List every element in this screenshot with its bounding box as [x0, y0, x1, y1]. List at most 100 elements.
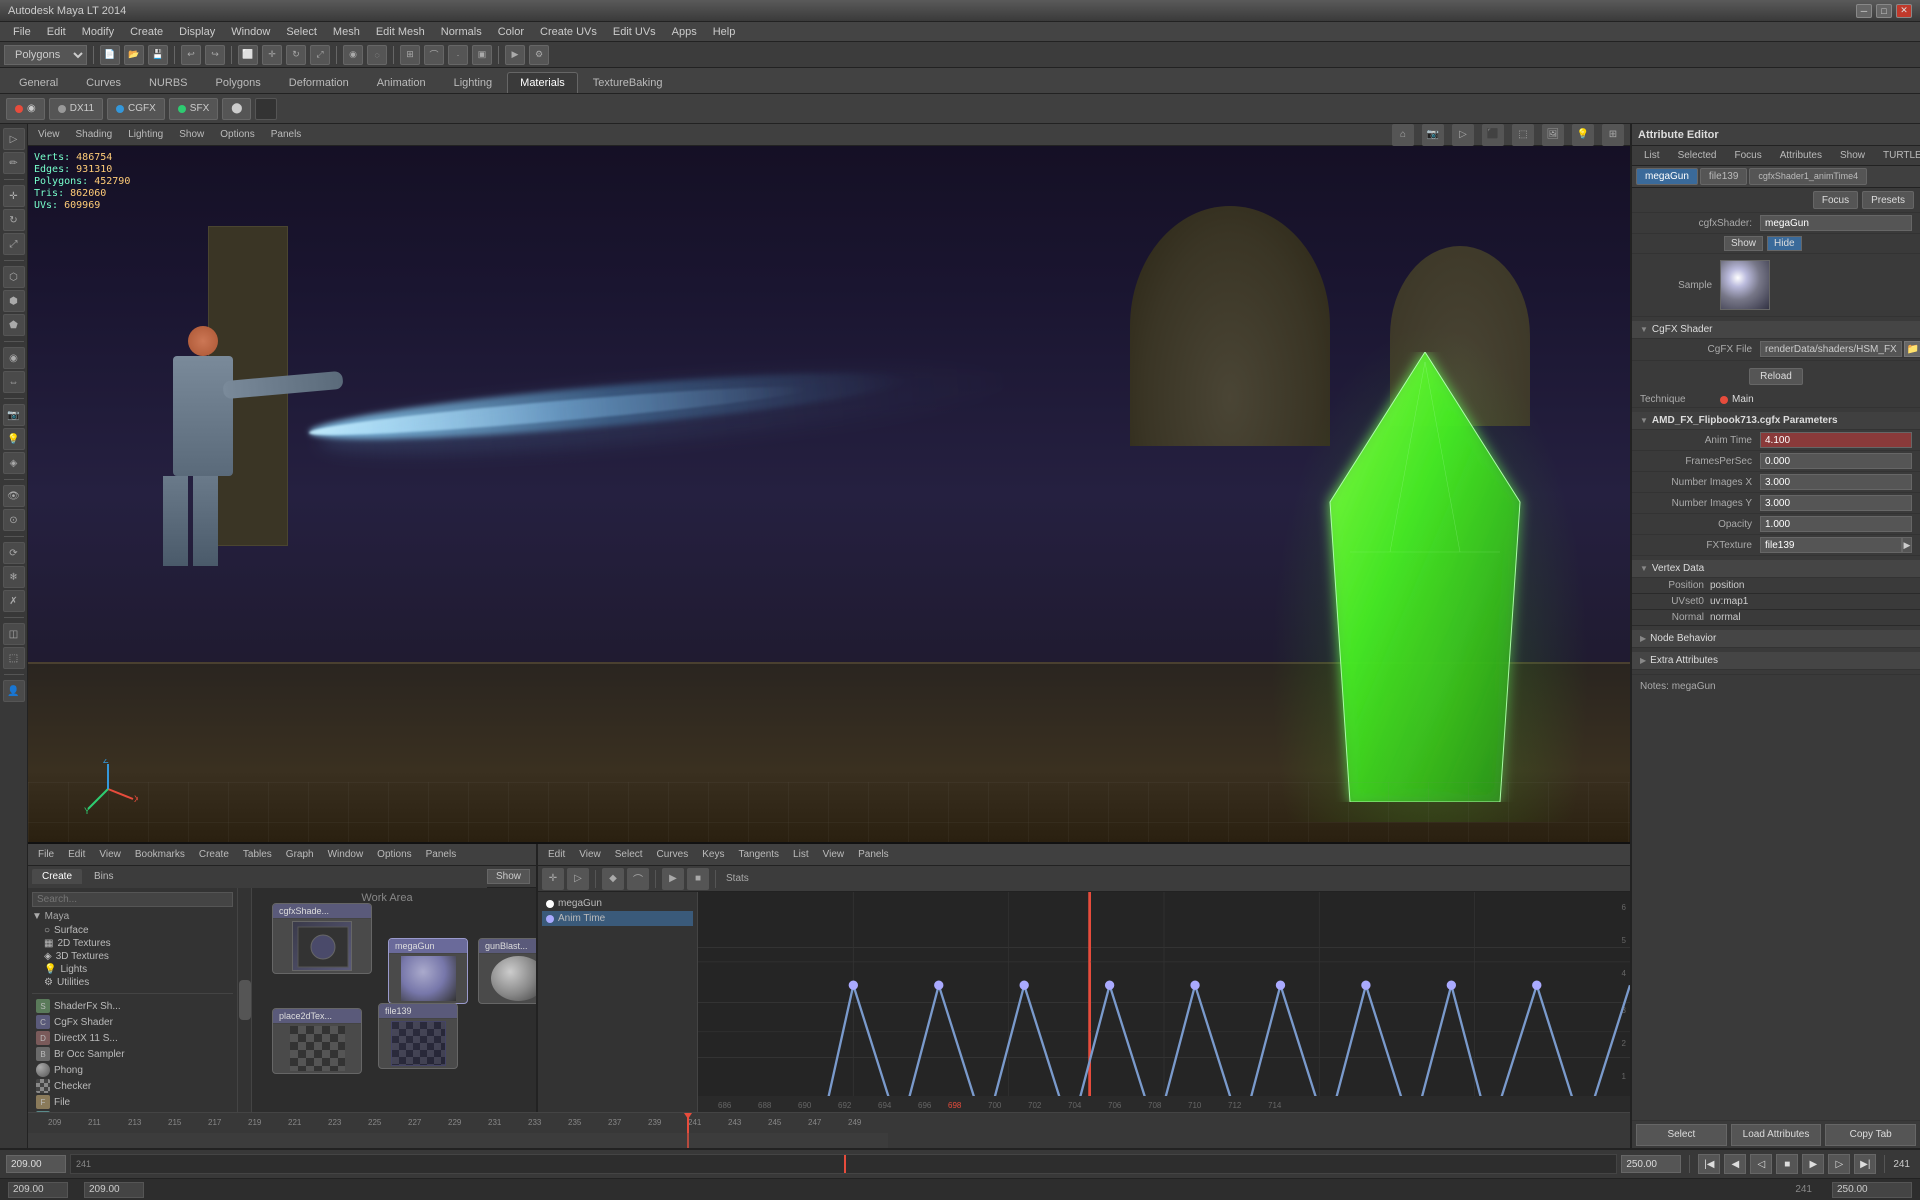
wireframe-btn[interactable]: ⬚: [3, 647, 25, 669]
menu-create-uvs[interactable]: Create UVs: [533, 24, 604, 40]
folder-browse-btn[interactable]: 📁: [1904, 341, 1920, 357]
show-button[interactable]: Show: [1724, 236, 1763, 251]
vp-icon-texture[interactable]: 🖼: [1542, 124, 1564, 146]
menu-create[interactable]: Create: [123, 24, 170, 40]
vp-icon-shading[interactable]: ⬛: [1482, 124, 1504, 146]
param-imy-input[interactable]: [1760, 495, 1912, 511]
vp-icon-wireframe[interactable]: ⬚: [1512, 124, 1534, 146]
minimize-button[interactable]: ─: [1856, 4, 1872, 18]
shader-btn[interactable]: ◈: [3, 452, 25, 474]
ae-tab-selected[interactable]: Selected: [1670, 148, 1725, 163]
camera-btn[interactable]: 📷: [3, 404, 25, 426]
rotate-tool-icon[interactable]: ↻: [286, 45, 306, 65]
menu-window[interactable]: Window: [224, 24, 277, 40]
vp-menu-lighting[interactable]: Lighting: [124, 128, 167, 141]
menu-modify[interactable]: Modify: [75, 24, 121, 40]
curve-item-animtime[interactable]: Anim Time: [542, 911, 693, 926]
vp-menu-show[interactable]: Show: [175, 128, 208, 141]
tab-animation[interactable]: Animation: [364, 72, 439, 93]
freeze-btn[interactable]: ❄: [3, 566, 25, 588]
timeline-slider-area[interactable]: 241: [70, 1154, 1617, 1174]
node-place2d[interactable]: place2dTex...: [272, 1008, 362, 1074]
play-back-btn[interactable]: ◁: [1750, 1154, 1772, 1174]
param-imx-input[interactable]: [1760, 474, 1912, 490]
ce-menu-view2[interactable]: View: [819, 848, 849, 861]
mat-cgfx[interactable]: C CgFx Shader: [32, 1014, 233, 1030]
vp-icon-camera[interactable]: 📷: [1422, 124, 1444, 146]
xray-btn[interactable]: ◫: [3, 623, 25, 645]
snap-point-icon[interactable]: ·: [448, 45, 468, 65]
ne-menu-tables[interactable]: Tables: [239, 848, 276, 861]
ne-menu-window[interactable]: Window: [324, 848, 368, 861]
symmetry-btn[interactable]: ⇔: [3, 371, 25, 393]
menu-apps[interactable]: Apps: [665, 24, 704, 40]
node-graph[interactable]: Work Area: [238, 888, 536, 1112]
menu-edit[interactable]: Edit: [40, 24, 73, 40]
move-tool-icon[interactable]: ✛: [262, 45, 282, 65]
params-section-header[interactable]: ▼ AMD_FX_Flipbook713.cgfx Parameters: [1632, 412, 1920, 430]
status-input-mid[interactable]: [84, 1182, 144, 1198]
render-icon[interactable]: ▶: [505, 45, 525, 65]
mat-item-3d[interactable]: ◈ 3D Textures: [32, 950, 233, 963]
shader-tab-animtime[interactable]: cgfxShader1_animTime4: [1749, 168, 1867, 185]
vp-icon-select[interactable]: ▷: [1452, 124, 1474, 146]
move-btn[interactable]: ✛: [3, 185, 25, 207]
menu-edit-uvs[interactable]: Edit UVs: [606, 24, 663, 40]
timeline-start-input[interactable]: [6, 1155, 66, 1173]
ne-menu-graph[interactable]: Graph: [282, 848, 318, 861]
menu-select[interactable]: Select: [279, 24, 324, 40]
play-fwd-btn[interactable]: ▶: [1802, 1154, 1824, 1174]
tab-texturebaking[interactable]: TextureBaking: [580, 72, 676, 93]
new-scene-icon[interactable]: 📄: [100, 45, 120, 65]
ne-menu-view[interactable]: View: [95, 848, 125, 861]
close-button[interactable]: ✕: [1896, 4, 1912, 18]
node-tab-create[interactable]: Create: [32, 869, 82, 884]
ce-menu-curves[interactable]: Curves: [653, 848, 693, 861]
paint-tool-btn[interactable]: ✏: [3, 152, 25, 174]
stop-btn[interactable]: ■: [1776, 1154, 1798, 1174]
mat-checker[interactable]: Checker: [32, 1078, 233, 1094]
curve-item-megangun[interactable]: megaGun: [542, 896, 693, 911]
tab-curves[interactable]: Curves: [73, 72, 134, 93]
ne-menu-create[interactable]: Create: [195, 848, 233, 861]
shader-tab-file139[interactable]: file139: [1700, 168, 1747, 185]
cgfx-section-header[interactable]: ▼ CgFX Shader: [1632, 321, 1920, 339]
rotate-btn[interactable]: ↻: [3, 209, 25, 231]
menu-mesh[interactable]: Mesh: [326, 24, 367, 40]
mat-item-utilities[interactable]: ⚙ Utilities: [32, 976, 233, 989]
mat-br-occ[interactable]: B Br Occ Sampler: [32, 1046, 233, 1062]
node-megagun[interactable]: megaGun: [388, 938, 468, 1004]
mat-item-surface[interactable]: ○ Surface: [32, 924, 233, 937]
ce-menu-keys[interactable]: Keys: [698, 848, 728, 861]
delete-history-btn[interactable]: ✗: [3, 590, 25, 612]
status-input-start[interactable]: [8, 1182, 68, 1198]
viewport-canvas[interactable]: Verts: 486754 Edges: 931310 Polygons: 45…: [28, 146, 1630, 842]
renderer-sfx-btn[interactable]: SFX: [169, 98, 218, 120]
shader-tab-megangun[interactable]: megaGun: [1636, 168, 1698, 185]
poly-bevel-btn[interactable]: ⬢: [3, 290, 25, 312]
animation-timeline[interactable]: 209 211 213 215 217 219 221 223 225 227 …: [28, 1112, 1630, 1148]
param-anim-time-input[interactable]: [1760, 432, 1912, 448]
tab-general[interactable]: General: [6, 72, 71, 93]
vp-menu-shading[interactable]: Shading: [72, 128, 117, 141]
menu-color[interactable]: Color: [491, 24, 531, 40]
scrollbar-thumb-v[interactable]: [239, 980, 251, 1020]
copy-tab-button[interactable]: Copy Tab: [1825, 1124, 1916, 1146]
vp-icon-grid[interactable]: ⊞: [1602, 124, 1624, 146]
snap-curve-icon[interactable]: ⌒: [424, 45, 444, 65]
vp-icon-home[interactable]: ⌂: [1392, 124, 1414, 146]
ce-icon-tangents[interactable]: ⌒: [627, 868, 649, 890]
ce-menu-view[interactable]: View: [575, 848, 605, 861]
user-icon[interactable]: 👤: [3, 680, 25, 702]
ce-menu-edit[interactable]: Edit: [544, 848, 569, 861]
poly-bridge-btn[interactable]: ⬟: [3, 314, 25, 336]
mat-shaderfx[interactable]: S ShaderFx Sh...: [32, 998, 233, 1014]
maya-category[interactable]: ▼ Maya: [32, 911, 233, 922]
cgfx-file-input[interactable]: [1760, 341, 1902, 357]
ce-menu-tangents[interactable]: Tangents: [734, 848, 783, 861]
soft-select-btn[interactable]: ◉: [3, 347, 25, 369]
extra-attrs-header[interactable]: ▶ Extra Attributes: [1632, 652, 1920, 670]
prev-frame-btn[interactable]: ◀: [1724, 1154, 1746, 1174]
vp-icon-lights[interactable]: 💡: [1572, 124, 1594, 146]
vp-menu-options[interactable]: Options: [216, 128, 258, 141]
